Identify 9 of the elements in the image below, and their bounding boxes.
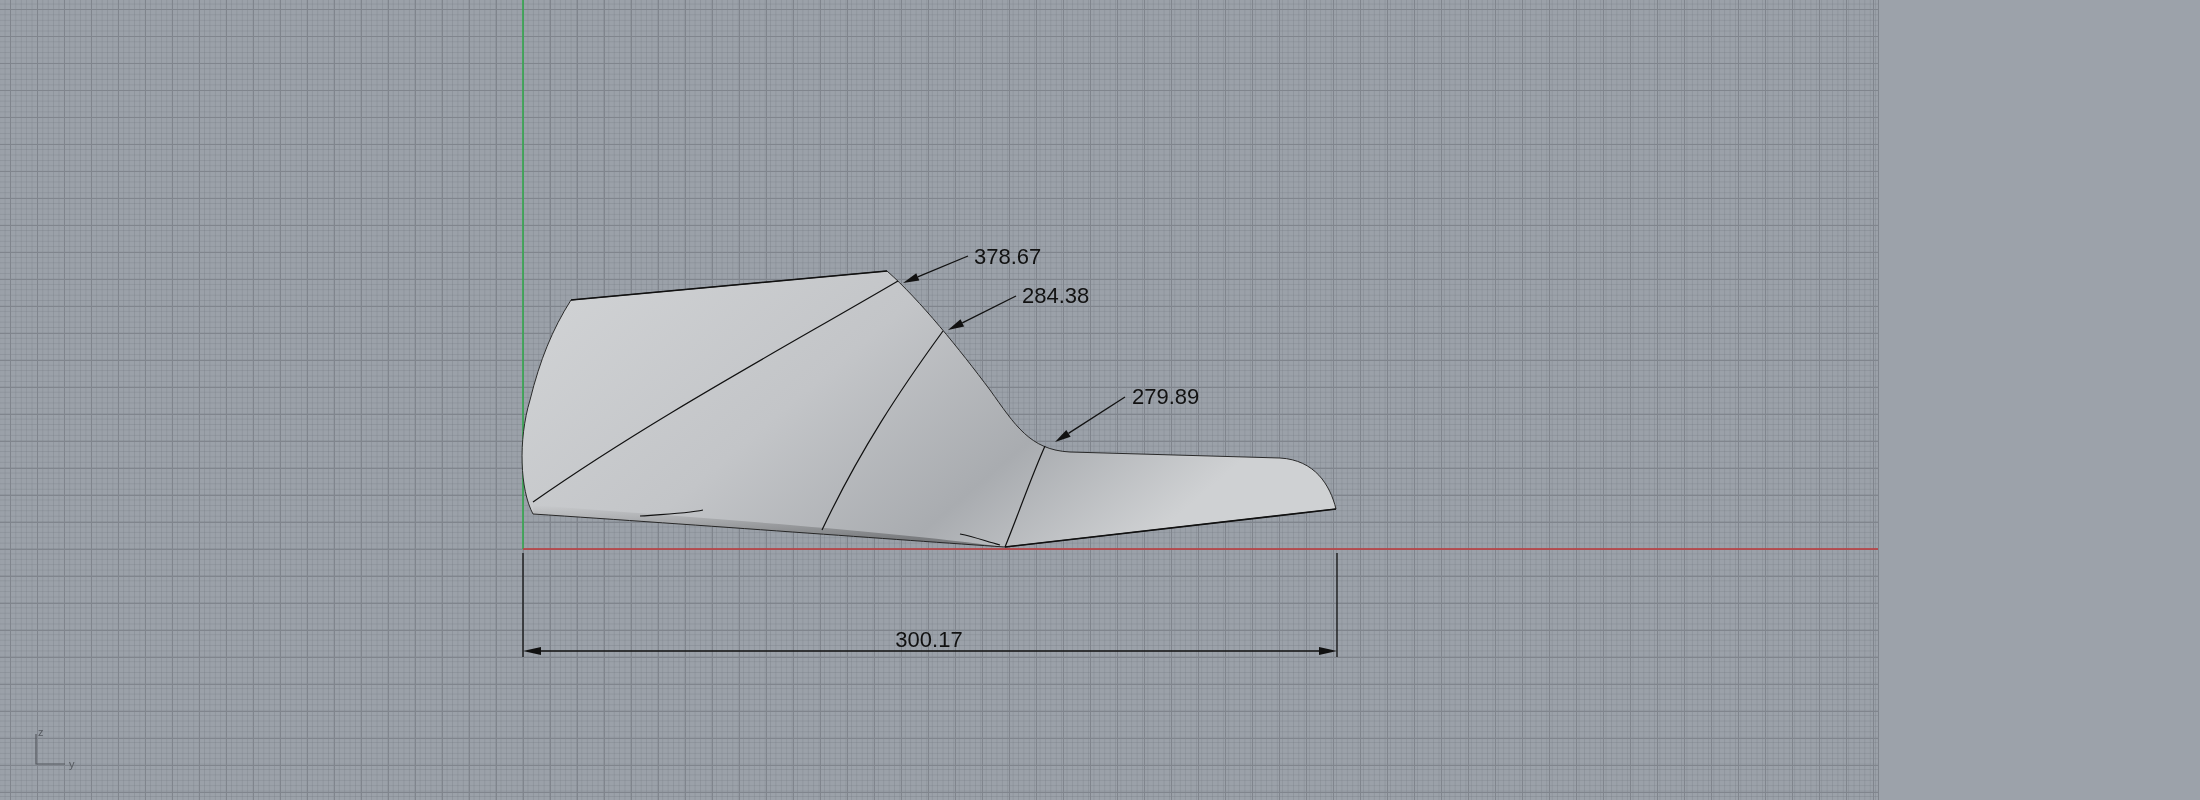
- dimension-label: 279.89: [1132, 384, 1200, 409]
- leader-arrow: [903, 255, 969, 283]
- leader-arrow: [948, 295, 1017, 330]
- axis-label: z: [38, 726, 44, 738]
- dimension-label: 300.17: [895, 627, 963, 652]
- dimension-label: 378.67: [974, 244, 1042, 269]
- leader-arrow: [1055, 396, 1126, 442]
- dimension-label: 284.38: [1022, 283, 1090, 308]
- axis-label: y: [69, 758, 75, 770]
